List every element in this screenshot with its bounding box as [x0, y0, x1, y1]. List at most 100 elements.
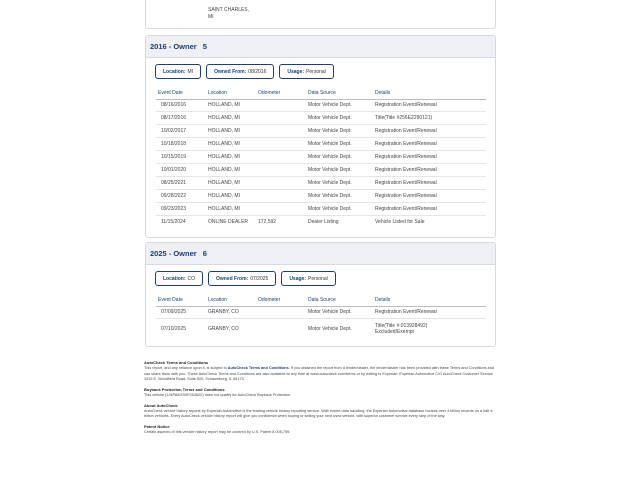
- col-location: Location: [206, 294, 256, 307]
- cell-event-date: 10/01/2020: [156, 163, 206, 177]
- col-event-date: Event Date: [156, 87, 206, 100]
- cell-event-date: 10/18/2018: [156, 137, 206, 152]
- cell-odometer: [256, 111, 306, 126]
- legal-footer: AutoCheck Terms and Conditions This repo…: [144, 360, 494, 440]
- cell-odometer: [256, 137, 306, 152]
- owner-6-events-table: Event Date Location Odometer Data Source…: [156, 294, 486, 338]
- cell-details: Registration Event/Renewal: [373, 306, 486, 320]
- cell-odometer: [256, 306, 306, 320]
- col-event-date: Event Date: [156, 294, 206, 307]
- col-location: Location: [206, 87, 256, 100]
- cell-details: Title(Title #256E2290121): [373, 111, 486, 126]
- cell-details: Registration Event/Renewal: [373, 137, 486, 152]
- table-row: 10/18/2018 HOLLAND, MI Motor Vehicle Dept.…: [156, 137, 486, 152]
- cell-details: Registration Event/Renewal: [373, 189, 486, 203]
- table-row: 10/15/2019 HOLLAND, MI Motor Vehicle Dept.…: [156, 150, 486, 164]
- table-row: 08/25/2021 HOLLAND, MI Motor Vehicle Dept.…: [156, 176, 486, 190]
- col-details: Details: [373, 87, 486, 100]
- owner-5-number: 5: [202, 42, 207, 51]
- cell-event-date: 08/17/2016: [156, 111, 206, 126]
- cell-details: Registration Event/Renewal: [373, 176, 486, 190]
- owner-5-header[interactable]: 2016 - Owner 5: [146, 36, 495, 58]
- owner-5-summary: Location: MI Owned From: 08/2016 Usage: Per…: [146, 64, 495, 79]
- col-data-source: Data Source: [306, 87, 373, 100]
- terms-text: This report, and any reliance upon it, i…: [144, 366, 495, 382]
- cell-odometer: [256, 176, 306, 190]
- previous-location-line1: SAINT CHARLES,: [208, 7, 250, 13]
- cell-details: Registration Event/Renewal: [373, 150, 486, 164]
- cell-location: HOLLAND, MI: [206, 189, 256, 203]
- patent-text: Certain aspects of this vehicle history …: [144, 430, 291, 435]
- cell-data-source: Motor Vehicle Dept.: [306, 176, 373, 190]
- owner-5-owned-from-pill: Owned From: 08/2016: [206, 64, 275, 79]
- cell-data-source: Motor Vehicle Dept.: [306, 163, 373, 177]
- table-row: 10/01/2020 HOLLAND, MI Motor Vehicle Dept.…: [156, 163, 486, 177]
- cell-details: Registration Event/Renewal: [373, 99, 486, 113]
- details-line-2: Excluded/Exempt: [375, 328, 414, 335]
- cell-data-source: Motor Vehicle Dept.: [306, 99, 373, 113]
- cell-details: Vehicle Listed for Sale: [375, 218, 425, 225]
- cell-details: Registration Event/Renewal: [373, 163, 486, 177]
- cell-details: Registration Event/Renewal: [373, 124, 486, 139]
- cell-odometer: [256, 99, 306, 113]
- cell-event-date: 10/02/2017: [156, 124, 206, 139]
- cell-data-source: Motor Vehicle Dept.: [306, 124, 373, 139]
- cell-odometer: [256, 202, 306, 216]
- cell-event-date: 08/25/2021: [156, 176, 206, 190]
- cell-event-date: 11/15/2024: [161, 218, 186, 225]
- cell-odometer: [256, 189, 306, 203]
- cell-location: ONLINE DEALER: [208, 218, 249, 225]
- about-text: AutoCheck vehicle history reports by Exp…: [144, 408, 493, 419]
- owner-5-events-table: Event Date Location Odometer Data Source…: [156, 87, 486, 228]
- table-row: 09/28/2022 HOLLAND, MI Motor Vehicle Dept.…: [156, 189, 486, 203]
- owner-5-title: 2016 - Owner: [150, 42, 197, 51]
- owner-6-usage-pill: Usage: Personal: [281, 271, 336, 286]
- cell-event-date: 07/10/2025: [161, 325, 187, 332]
- cell-data-source: Motor Vehicle Dept.: [306, 111, 373, 126]
- cell-event-date: 07/09/2025: [156, 306, 206, 320]
- cell-location: HOLLAND, MI: [206, 137, 256, 152]
- table-row: 08/17/2016 HOLLAND, MI Motor Vehicle Dept.…: [156, 111, 486, 126]
- cell-location: HOLLAND, MI: [206, 111, 256, 126]
- cell-odometer: [256, 124, 306, 139]
- cell-location: HOLLAND, MI: [206, 176, 256, 190]
- table-row: 09/23/2023 HOLLAND, MI Motor Vehicle Dept.…: [156, 202, 486, 216]
- cell-location: HOLLAND, MI: [206, 202, 256, 216]
- col-odometer: Odometer: [256, 294, 306, 307]
- cell-location: GRANBY, CO: [206, 306, 256, 320]
- cell-event-date: 09/28/2022: [156, 189, 206, 203]
- table-row: 07/10/2025 GRANBY, CO Motor Vehicle Dept. T…: [156, 319, 486, 338]
- cell-data-source: Motor Vehicle Dept.: [306, 150, 373, 164]
- table-row: 11/15/2024 ONLINE DEALER 172,592 Dealer Lis…: [156, 215, 486, 228]
- cell-odometer: 172,592: [258, 218, 277, 225]
- col-odometer: Odometer: [256, 87, 306, 100]
- cell-data-source: Dealer Listing: [308, 218, 339, 225]
- previous-owner-card-fragment: SAINT CHARLES, MI: [145, 0, 496, 29]
- terms-link[interactable]: AutoCheck Terms and Conditions: [228, 366, 289, 370]
- cell-location: HOLLAND, MI: [206, 99, 256, 113]
- cell-odometer: [256, 319, 306, 338]
- cell-location: HOLLAND, MI: [206, 150, 256, 164]
- owner-6-header[interactable]: 2025 - Owner 6: [146, 243, 495, 265]
- cell-details: Registration Event/Renewal: [373, 202, 486, 216]
- owner-6-owned-from-pill: Owned From: 07/2025: [208, 271, 277, 286]
- cell-data-source: Motor Vehicle Dept.: [308, 325, 352, 332]
- table-row: 07/09/2025 GRANBY, CO Motor Vehicle Dept. R…: [156, 306, 486, 320]
- cell-data-source: Motor Vehicle Dept.: [306, 202, 373, 216]
- owner-6-title: 2025 - Owner: [150, 249, 197, 258]
- buyback-text: This vehicle (1J4PA5GS9FS02620) does not…: [144, 393, 292, 398]
- owner-5-usage-pill: Usage: Personal: [279, 64, 334, 79]
- owner-5-location-pill: Location: MI: [155, 64, 202, 79]
- cell-data-source: Motor Vehicle Dept.: [306, 306, 373, 320]
- cell-odometer: [256, 150, 306, 164]
- owner-6-summary: Location: CO Owned From: 07/2025 Usage: Per…: [146, 271, 495, 286]
- cell-location: HOLLAND, MI: [206, 124, 256, 139]
- cell-location: HOLLAND, MI: [206, 163, 256, 177]
- owner-5-card: 2016 - Owner 5 Location: MI Owned From: 08…: [145, 35, 496, 238]
- cell-odometer: [256, 163, 306, 177]
- table-row: 10/02/2017 HOLLAND, MI Motor Vehicle Dept.…: [156, 124, 486, 139]
- cell-details: Title(Title #:013928492) Excluded/Exempt: [373, 319, 486, 338]
- cell-event-date: 10/15/2019: [156, 150, 206, 164]
- owner-6-location-pill: Location: CO: [155, 271, 203, 286]
- owner-6-card: 2025 - Owner 6 Location: CO Owned From: 07…: [145, 242, 496, 347]
